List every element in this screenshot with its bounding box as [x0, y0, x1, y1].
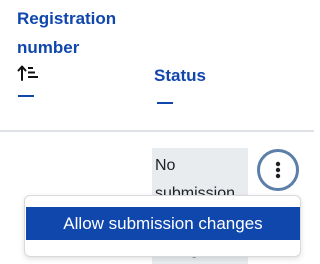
hide-column-minus-icon[interactable]: [157, 102, 173, 104]
allow-submission-changes-menu-item[interactable]: Allow submission changes: [26, 207, 300, 240]
actions-menu-button[interactable]: [257, 149, 299, 191]
column-header-status: Status: [154, 61, 274, 104]
status-line1: No: [155, 157, 176, 174]
hide-column-minus-icon[interactable]: [18, 95, 34, 97]
status-column-title[interactable]: Status: [154, 61, 274, 90]
table-header: Registration number Status: [0, 0, 314, 132]
column-title-line2: number: [17, 38, 80, 57]
header-divider: [0, 130, 314, 132]
sort-by-registration-number-link[interactable]: Registration number: [17, 4, 137, 62]
column-header-registration-number: Registration number: [17, 4, 137, 97]
actions-dropdown-menu: Allow submission changes: [24, 195, 301, 257]
column-title-line1: Registration: [17, 9, 117, 28]
sort-ascending-icon[interactable]: [17, 64, 39, 82]
kebab-menu-icon: [275, 161, 281, 179]
